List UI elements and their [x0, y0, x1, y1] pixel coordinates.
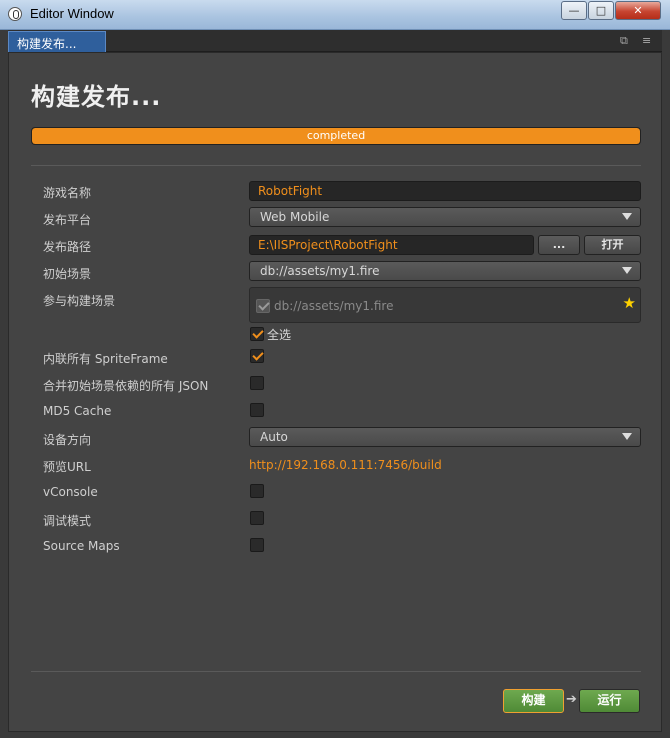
path-input[interactable]: E:\IISProject\RobotFight: [249, 235, 534, 255]
arrow-right-icon: ➔: [566, 692, 577, 707]
progress-bar: completed: [31, 127, 641, 145]
scenes-label: 参与构建场景: [43, 294, 116, 308]
platform-value: Web Mobile: [260, 210, 330, 224]
source-maps-checkbox[interactable]: [250, 538, 264, 552]
vconsole-label: vConsole: [43, 485, 98, 499]
debug-mode-label: 调试模式: [43, 514, 92, 528]
tab-strip: 构建发布... ⧉ ≡: [8, 30, 662, 52]
app-icon: [8, 7, 22, 21]
build-button[interactable]: 构建: [503, 689, 564, 713]
maximize-button[interactable]: □: [588, 1, 614, 20]
source-maps-label: Source Maps: [43, 539, 120, 553]
scenes-list: db://assets/my1.fire ★: [249, 287, 641, 323]
chevron-down-icon: [622, 433, 632, 440]
inline-spriteframe-checkbox[interactable]: [250, 349, 264, 363]
minimize-button[interactable]: —: [561, 1, 587, 20]
start-scene-select[interactable]: db://assets/my1.fire: [249, 261, 641, 281]
progress-text: completed: [306, 129, 366, 142]
scene-checkbox: [256, 299, 270, 313]
md5-cache-label: MD5 Cache: [43, 404, 112, 418]
merge-json-checkbox[interactable]: [250, 376, 264, 390]
divider: [31, 671, 641, 672]
select-all-checkbox[interactable]: [250, 327, 264, 341]
game-name-input[interactable]: RobotFight: [249, 181, 641, 201]
path-label: 发布路径: [43, 240, 92, 254]
browse-button[interactable]: ...: [538, 235, 580, 255]
chevron-down-icon: [622, 213, 632, 220]
divider: [31, 165, 641, 166]
popout-icon[interactable]: ⧉: [620, 34, 628, 48]
orientation-label: 设备方向: [43, 433, 92, 447]
menu-icon[interactable]: ≡: [642, 34, 651, 47]
inline-spriteframe-label: 内联所有 SpriteFrame: [43, 352, 168, 366]
merge-json-label: 合并初始场景依赖的所有 JSON: [43, 379, 209, 393]
start-scene-label: 初始场景: [43, 267, 92, 281]
start-scene-value: db://assets/my1.fire: [260, 264, 380, 278]
preview-url-label: 预览URL: [43, 460, 91, 474]
page-title: 构建发布...: [31, 83, 162, 111]
star-icon: ★: [622, 294, 636, 312]
game-name-label: 游戏名称: [43, 186, 92, 200]
open-folder-button[interactable]: 打开: [584, 235, 641, 255]
chevron-down-icon: [622, 267, 632, 274]
platform-select[interactable]: Web Mobile: [249, 207, 641, 227]
close-button[interactable]: ✕: [615, 1, 661, 20]
select-all-label: 全选: [267, 328, 292, 342]
window-title: Editor Window: [30, 6, 114, 21]
platform-label: 发布平台: [43, 213, 92, 227]
window-titlebar: Editor Window — □ ✕: [0, 0, 670, 30]
run-button[interactable]: 运行: [579, 689, 640, 713]
orientation-select[interactable]: Auto: [249, 427, 641, 447]
vconsole-checkbox[interactable]: [250, 484, 264, 498]
build-panel: 构建发布... completed 游戏名称 RobotFight 发布平台 W…: [8, 52, 662, 732]
scene-item: db://assets/my1.fire: [274, 299, 394, 313]
preview-url-link[interactable]: http://192.168.0.111:7456/build: [249, 458, 442, 472]
orientation-value: Auto: [260, 430, 288, 444]
md5-cache-checkbox[interactable]: [250, 403, 264, 417]
tab-build[interactable]: 构建发布...: [8, 31, 106, 52]
debug-mode-checkbox[interactable]: [250, 511, 264, 525]
